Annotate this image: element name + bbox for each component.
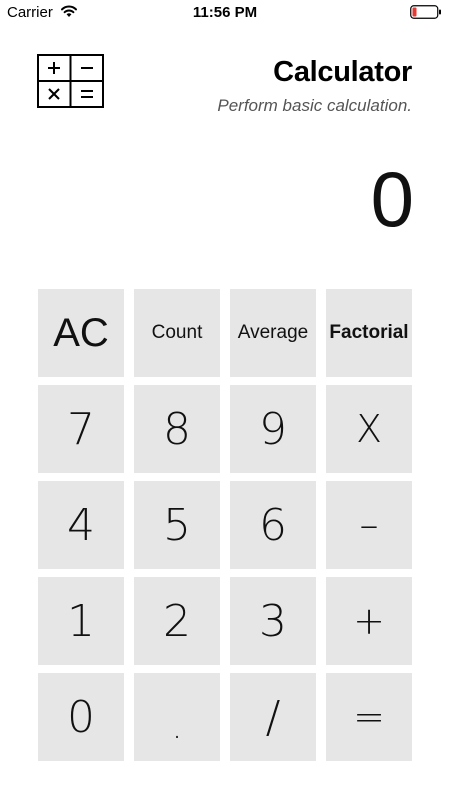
divide-button[interactable]: / [230,673,316,761]
plus-button[interactable]: + [326,577,412,665]
digit-5-button[interactable]: 5 [134,481,220,569]
all-clear-button[interactable]: AC [38,289,124,377]
result-display: 0 [370,155,414,243]
digit-7-button[interactable]: 7 [38,385,124,473]
count-button[interactable]: Count [134,289,220,377]
calculator-logo-icon [37,54,104,108]
status-bar: Carrier 11:56 PM [0,0,450,26]
battery-icon [410,5,441,19]
status-time: 11:56 PM [192,4,258,21]
digit-0-button[interactable]: 0 [38,673,124,761]
multiply-button[interactable]: X [326,385,412,473]
digit-3-button[interactable]: 3 [230,577,316,665]
digit-8-button[interactable]: 8 [134,385,220,473]
minus-button[interactable]: – [326,481,412,569]
decimal-point-button[interactable]: . [134,673,220,761]
app-title: Calculator [273,56,412,88]
keypad: AC Count Average Factorial 7 8 9 X 4 5 6… [38,289,412,761]
digit-9-button[interactable]: 9 [230,385,316,473]
digit-1-button[interactable]: 1 [38,577,124,665]
digit-6-button[interactable]: 6 [230,481,316,569]
digit-2-button[interactable]: 2 [134,577,220,665]
average-button[interactable]: Average [230,289,316,377]
digit-4-button[interactable]: 4 [38,481,124,569]
equals-button[interactable]: = [326,673,412,761]
app-subtitle: Perform basic calculation. [217,96,412,115]
factorial-button[interactable]: Factorial [326,289,412,377]
